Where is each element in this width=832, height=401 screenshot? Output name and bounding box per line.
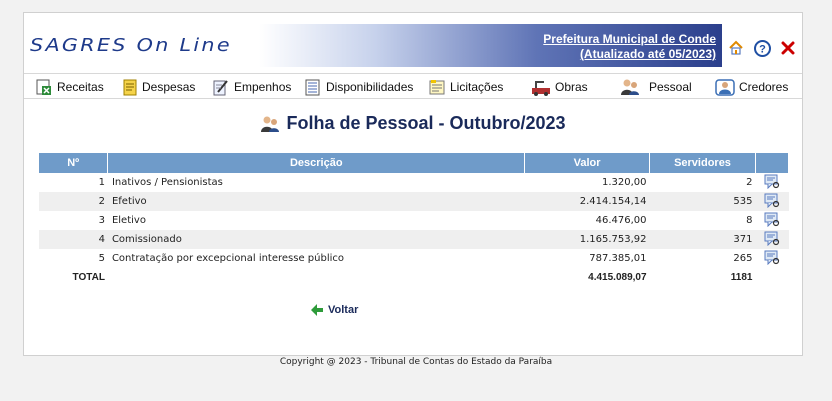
nav-item-receitas[interactable]: Receitas [35, 77, 104, 97]
nav-label: Obras [555, 80, 588, 94]
row-servidores: 2 [746, 177, 753, 188]
voltar-link[interactable]: Voltar [310, 303, 358, 317]
credores-icon [715, 79, 735, 96]
table-row: 2 Efetivo 2.414.154,14 535 [39, 192, 789, 211]
empenhos-icon [213, 80, 228, 96]
org-name: Prefeitura Municipal de Conde [543, 32, 716, 46]
col-header-actions [755, 153, 790, 173]
nav-label: Pessoal [649, 80, 692, 94]
despesas-icon [123, 79, 137, 96]
table-row: 3 Eletivo 46.476,00 8 [39, 211, 789, 230]
nav-label: Empenhos [234, 80, 292, 94]
row-desc: Efetivo [107, 192, 525, 211]
licitacoes-icon [429, 80, 445, 95]
col-header-num: Nº [39, 153, 109, 173]
home-icon[interactable] [727, 39, 745, 57]
disponibilidades-icon [305, 79, 320, 96]
nav-item-disponibilidades[interactable]: Disponibilidades [304, 77, 413, 97]
back-arrow-icon [311, 304, 323, 316]
pessoal-icon [621, 79, 639, 95]
header: SAGRES On Line Prefeitura Municipal de C… [24, 13, 802, 73]
logo: SAGRES On Line [30, 35, 232, 56]
total-valor: 4.415.089,07 [588, 272, 647, 283]
row-num: 1 [98, 177, 105, 188]
footer-copyright: Copyright @ 2023 - Tribunal de Contas do… [279, 357, 553, 367]
col-header-desc: Descrição [107, 153, 526, 173]
nav-label: Receitas [57, 80, 104, 94]
row-valor: 1.165.753,92 [524, 230, 650, 249]
nav-label: Disponibilidades [326, 80, 414, 94]
detail-icon[interactable] [755, 211, 788, 230]
row-valor: 46.476,00 [595, 215, 647, 226]
row-num: 4 [39, 230, 108, 249]
col-header-valor: Valor [524, 153, 651, 173]
row-servidores: 265 [733, 253, 753, 264]
nav-item-pessoal[interactable]: Pessoal [620, 77, 692, 97]
detail-icon[interactable] [755, 249, 788, 268]
nav-item-credores[interactable]: Credores [715, 77, 788, 97]
obras-icon [532, 81, 550, 96]
total-empty [108, 268, 525, 287]
svg-text:?: ? [759, 43, 766, 55]
detail-icon[interactable] [755, 192, 789, 211]
nav-item-obras[interactable]: Obras [531, 77, 588, 97]
payroll-table: Nº Descrição Valor Servidores 1 Inativos… [39, 153, 790, 287]
page-title: Folha de Pessoal - Outubro/2023 [24, 113, 802, 134]
table-row: 4 Comissionado 1.165.753,92 371 [39, 230, 789, 249]
updated-date: (Atualizado até 05/2023) [579, 47, 716, 61]
nav-item-despesas[interactable]: Despesas [122, 77, 195, 97]
nav-label: Licitações [450, 80, 504, 94]
nav-item-empenhos[interactable]: Empenhos [212, 77, 291, 97]
table-header-row: Nº Descrição Valor Servidores [39, 153, 790, 173]
main-frame: SAGRES On Line Prefeitura Municipal de C… [23, 12, 803, 356]
nav-label: Credores [739, 80, 789, 94]
total-servidores: 1181 [730, 272, 753, 283]
voltar-label: Voltar [328, 304, 359, 316]
row-valor: 1.320,00 [602, 177, 647, 188]
row-desc: Contratação por excepcional interesse pú… [111, 253, 345, 264]
page-title-text: Folha de Pessoal - Outubro/2023 [286, 113, 566, 133]
table-row: 1 Inativos / Pensionistas 1.320,00 2 [39, 173, 789, 192]
total-label: TOTAL [72, 272, 105, 283]
help-icon[interactable]: ? [753, 39, 771, 57]
row-valor: 2.414.154,14 [524, 192, 650, 211]
row-servidores: 8 [746, 215, 753, 226]
detail-icon[interactable] [755, 230, 789, 249]
nav-item-licitacoes[interactable]: Licitações [428, 77, 503, 97]
table-row: 5 Contratação por excepcional interesse … [39, 249, 789, 268]
row-desc: Eletivo [111, 215, 146, 226]
row-num: 3 [98, 215, 105, 226]
row-num: 2 [39, 192, 108, 211]
nav-label: Despesas [142, 80, 196, 94]
row-desc: Comissionado [107, 230, 525, 249]
close-icon[interactable] [779, 39, 797, 57]
row-valor: 787.385,01 [589, 253, 647, 264]
row-desc: Inativos / Pensionistas [111, 177, 223, 188]
pessoal-icon [261, 116, 280, 132]
row-servidores: 371 [649, 230, 756, 249]
detail-icon[interactable] [755, 173, 788, 192]
total-empty-icon [755, 268, 788, 287]
receitas-icon [36, 79, 51, 95]
org-banner: Prefeitura Municipal de Conde (Atualizad… [259, 24, 722, 67]
col-header-servidores: Servidores [649, 153, 756, 173]
main-nav: Receitas Despesas Empenhos Disponibilida… [24, 73, 802, 99]
total-row: TOTAL 4.415.089,07 1181 [39, 268, 789, 287]
row-servidores: 535 [649, 192, 756, 211]
row-num: 5 [98, 253, 105, 264]
